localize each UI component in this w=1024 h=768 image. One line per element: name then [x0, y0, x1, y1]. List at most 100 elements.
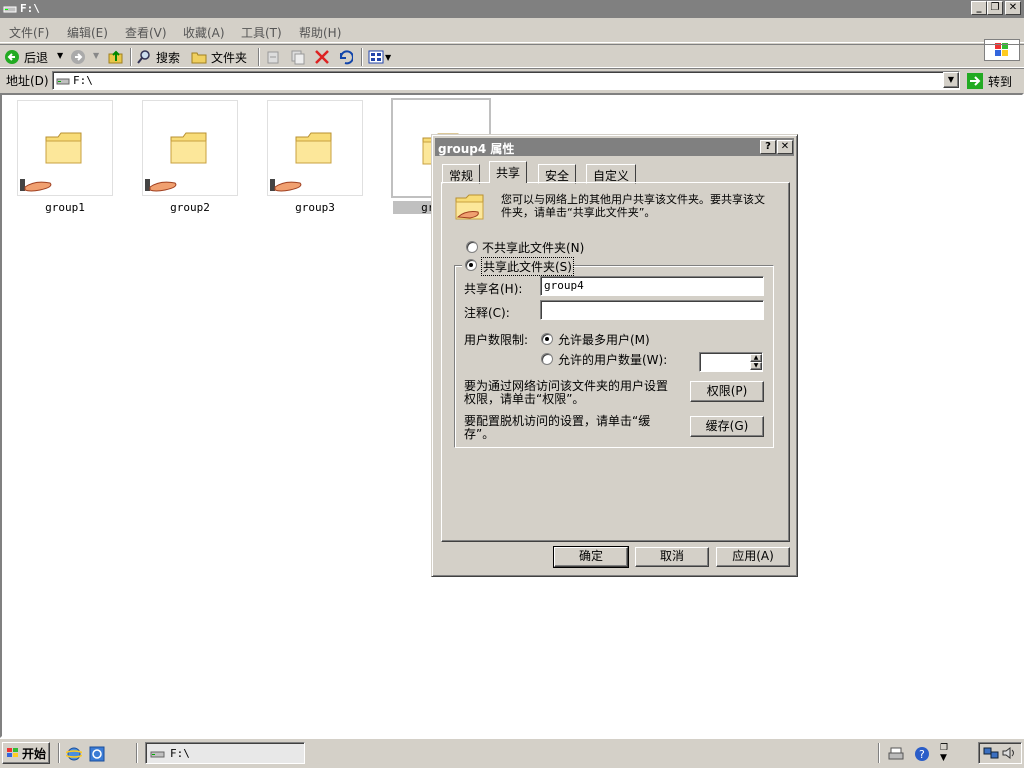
minimize-button[interactable]: _ [971, 1, 987, 15]
tab-general[interactable]: 常规 [442, 164, 481, 184]
volume-icon[interactable] [1001, 745, 1017, 761]
ok-button[interactable]: 确定 [553, 546, 629, 568]
system-tray [978, 742, 1022, 764]
comment-label: 注释(C): [464, 306, 510, 320]
copy-to-button[interactable] [290, 48, 306, 66]
help-button[interactable]: ? [760, 140, 776, 154]
dialog-title-bar[interactable]: group4 属性 ? ✕ [435, 138, 794, 156]
share-radio[interactable] [465, 259, 477, 271]
up-folder-button[interactable] [108, 48, 124, 66]
go-label: 转到 [988, 74, 1013, 89]
folder-icon [170, 132, 207, 164]
move-to-icon [267, 51, 279, 64]
go-button[interactable]: 转到 [966, 71, 1012, 91]
allowed-users-label: 允许的用户数量(W): [558, 353, 668, 367]
folder-icon [295, 132, 332, 164]
no-share-radio[interactable] [466, 241, 478, 253]
tab-customize[interactable]: 自定义 [586, 164, 637, 184]
views-icon [368, 50, 384, 64]
back-arrow-icon [5, 50, 19, 64]
folders-button[interactable]: 文件夹 [191, 48, 247, 66]
forward-dropdown-icon[interactable]: ▼ [93, 51, 99, 60]
search-icon [137, 50, 150, 64]
menu-file[interactable]: 文件(F) [9, 24, 49, 41]
window-title-bar[interactable]: F:\ _ ❐ ✕ [0, 0, 1024, 18]
folder-item-group2[interactable] [142, 100, 238, 196]
close-button[interactable]: ✕ [1005, 1, 1021, 15]
taskbar: 开始 F:\ ? ❐ ▼ [0, 738, 1024, 768]
address-input[interactable]: F:\ ▼ [52, 71, 960, 90]
toolbar: 后退 ▼ ▼ 搜索 文件夹 ▼ [0, 44, 1024, 68]
dialog-close-button[interactable]: ✕ [777, 140, 793, 154]
menu-tools[interactable]: 工具(T) [241, 24, 282, 41]
ie-icon[interactable] [66, 746, 82, 762]
folder-name: group3 [295, 201, 335, 214]
address-value: F:\ [73, 74, 93, 87]
caching-button[interactable]: 缓存(G) [690, 416, 764, 437]
network-icon[interactable] [983, 745, 999, 761]
search-button[interactable]: 搜索 [136, 48, 180, 66]
taskbar-separator [136, 743, 138, 763]
share-name-input[interactable]: group4 [540, 276, 764, 296]
comment-input[interactable] [540, 300, 764, 320]
folder-item-group1[interactable] [17, 100, 113, 196]
address-label: 地址(D) [6, 74, 49, 88]
address-dropdown-button[interactable]: ▼ [943, 72, 959, 88]
apply-button[interactable]: 应用(A) [716, 547, 790, 567]
forward-arrow-icon [71, 50, 85, 64]
max-users-label: 允许最多用户(M) [558, 333, 650, 347]
shared-hand-icon [20, 179, 52, 192]
window-title: F:\ [20, 2, 40, 15]
folder-icon [45, 132, 82, 164]
max-users-radio[interactable] [541, 333, 553, 345]
shared-hand-icon [270, 179, 302, 192]
folders-icon [191, 52, 207, 64]
menu-edit[interactable]: 编辑(E) [67, 24, 108, 41]
delete-x-icon [315, 50, 329, 64]
copy-to-icon [291, 50, 305, 65]
restore-desktop-icon[interactable]: ❐ ▼ [940, 743, 948, 763]
outlook-express-icon[interactable] [89, 746, 105, 762]
cancel-button[interactable]: 取消 [635, 547, 709, 567]
restore-button[interactable]: ❐ [987, 1, 1003, 15]
start-button[interactable]: 开始 [2, 742, 50, 764]
user-limit-label: 用户数限制: [464, 333, 529, 347]
menu-view[interactable]: 查看(V) [125, 24, 167, 41]
menu-bar: 文件(F) 编辑(E) 查看(V) 收藏(A) 工具(T) 帮助(H) [0, 19, 1024, 61]
views-button[interactable]: ▼ [368, 48, 391, 66]
permissions-button[interactable]: 权限(P) [690, 381, 764, 402]
menu-favorites[interactable]: 收藏(A) [183, 24, 225, 41]
help-icon[interactable]: ? [914, 746, 930, 762]
drive-icon [3, 3, 17, 17]
taskbar-separator [58, 743, 60, 763]
address-bar: 地址(D) F:\ ▼ 转到 [0, 68, 1024, 92]
undo-button[interactable] [337, 48, 353, 66]
back-button[interactable]: 后退 [4, 48, 48, 66]
dialog-title: group4 属性 [438, 142, 515, 156]
taskbar-separator [878, 743, 880, 763]
folder-name: group2 [170, 201, 210, 214]
start-label: 开始 [21, 746, 46, 761]
delete-button[interactable] [314, 48, 330, 66]
spinner-down-icon[interactable]: ▼ [750, 362, 762, 370]
menu-help[interactable]: 帮助(H) [299, 24, 341, 41]
back-dropdown-icon[interactable]: ▼ [57, 51, 63, 60]
folder-item-group3[interactable] [267, 100, 363, 196]
drive-icon [56, 75, 70, 89]
allowed-users-radio[interactable] [541, 353, 553, 365]
share-name-label: 共享名(H): [464, 282, 523, 296]
taskbar-window-button[interactable]: F:\ [145, 742, 305, 764]
printer-icon[interactable] [888, 746, 904, 762]
forward-button[interactable] [70, 48, 86, 66]
folder-name: group1 [45, 201, 85, 214]
tab-sharing[interactable]: 共享 [489, 161, 528, 183]
move-to-button[interactable] [265, 48, 281, 66]
search-label: 搜索 [156, 50, 181, 65]
sharing-description: 您可以与网络上的其他用户共享该文件夹。要共享该文件夹，请单击“共享此文件夹”。 [501, 193, 765, 219]
spinner-up-icon[interactable]: ▲ [750, 354, 762, 362]
up-folder-icon [108, 50, 123, 64]
shared-hand-icon [145, 179, 177, 192]
no-share-label: 不共享此文件夹(N) [482, 241, 585, 255]
tab-security[interactable]: 安全 [538, 164, 577, 184]
permissions-text: 要为通过网络访问该文件夹的用户设置权限，请单击“权限”。 [464, 379, 669, 406]
